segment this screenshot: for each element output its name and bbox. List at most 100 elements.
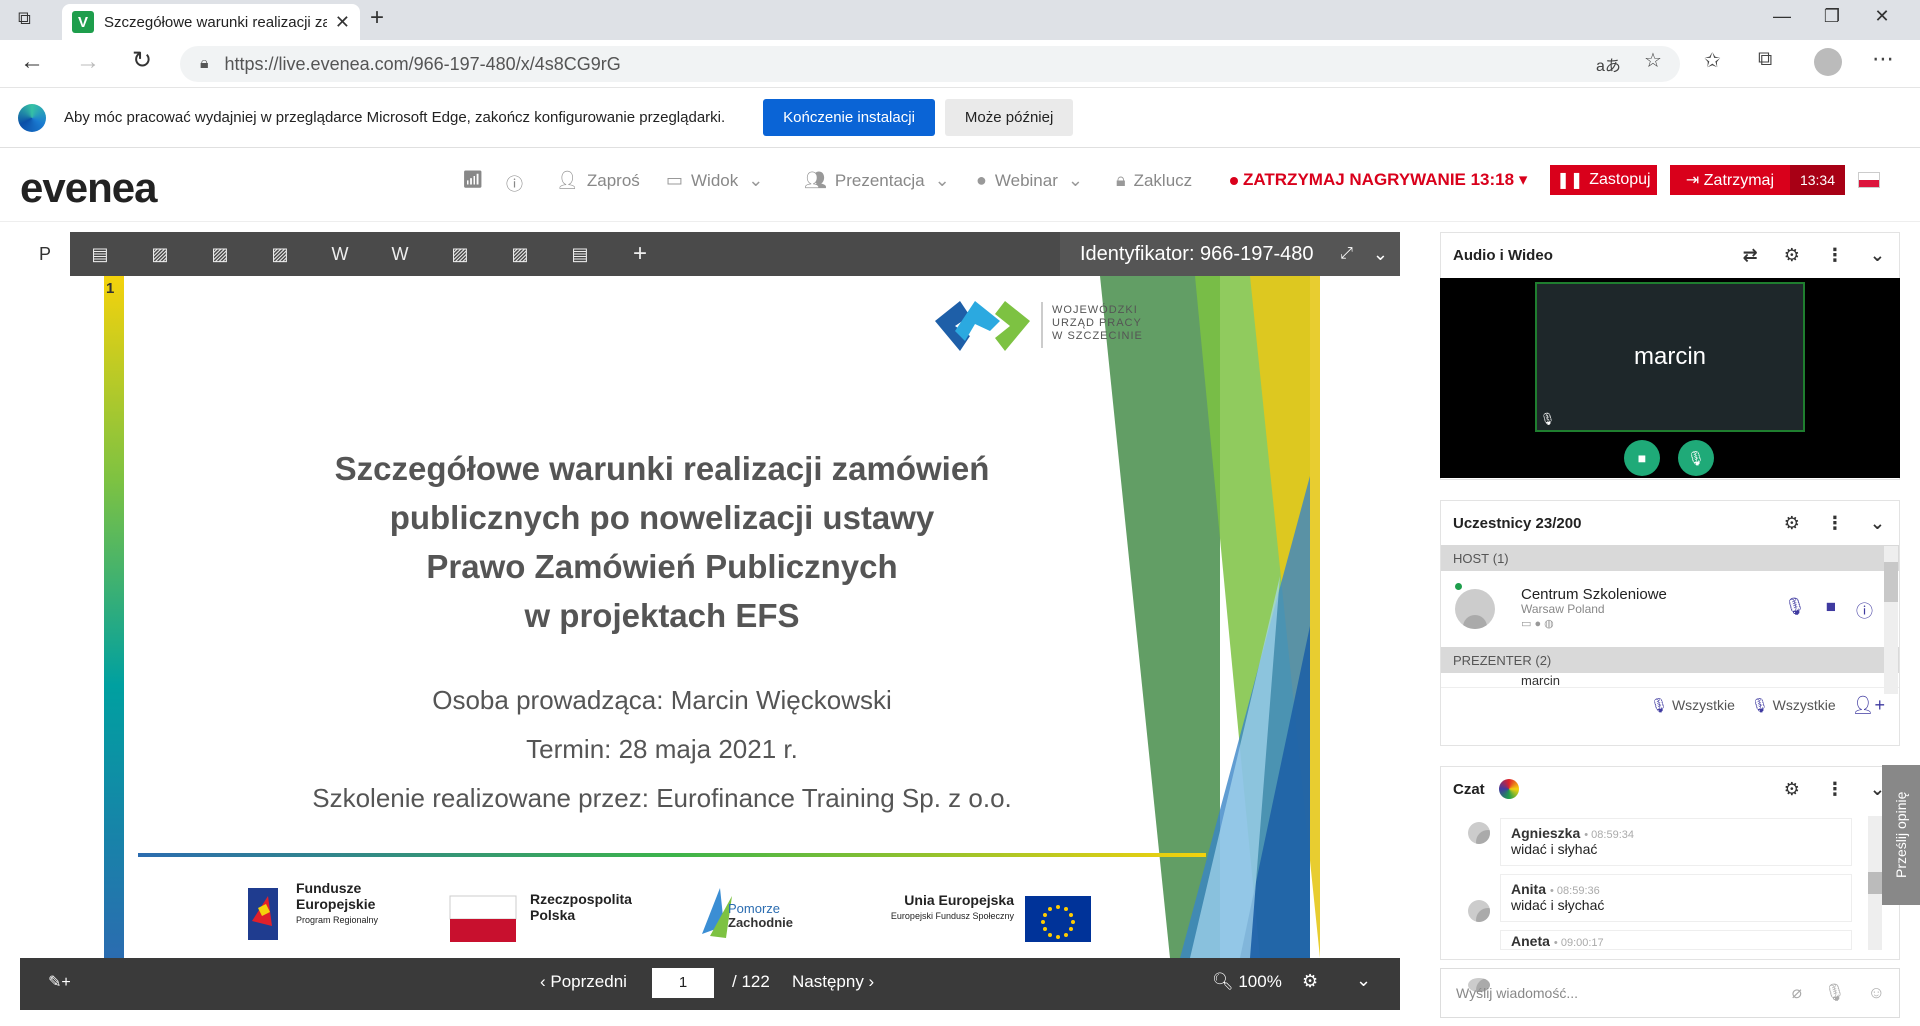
video-tile[interactable]: marcin <box>1535 282 1805 432</box>
fe-logo-text: Fundusze Europejskie Program Regionalny <box>296 880 378 928</box>
wup-logo-icon <box>995 301 1030 351</box>
fullscreen-icon[interactable]: ⤢ <box>1340 245 1353 263</box>
participant-name: marcin <box>1521 673 1561 687</box>
previous-button[interactable]: ‹ Poprzedni <box>540 972 627 992</box>
stop-button[interactable]: ⇥ Zatrzymaj 13:34 <box>1670 165 1845 195</box>
chat-time: 09:00:17 <box>1560 937 1604 949</box>
image-file-icon[interactable]: ▨ <box>490 244 550 265</box>
image-file-icon[interactable]: ▨ <box>430 244 490 265</box>
chat-input[interactable]: Wyślij wiadomość... ⌀ 🎙︎ ☺ <box>1440 968 1900 1018</box>
logo-text: evenea <box>20 164 157 211</box>
profile-icon[interactable] <box>1814 48 1842 76</box>
image-file-icon[interactable]: ▨ <box>250 244 310 265</box>
maybe-later-button[interactable]: Może później <box>944 99 1074 136</box>
wifi-icon: 📶︎ <box>462 170 484 189</box>
settings-icon[interactable]: ⚙︎ <box>1784 245 1800 266</box>
presenter-group-header: PREZENTER (2) <box>1441 647 1899 673</box>
annotate-icon[interactable]: ✎+ <box>48 972 71 992</box>
next-button[interactable]: Następny › <box>792 972 874 992</box>
favorites-icon[interactable]: ✩ <box>1704 48 1721 73</box>
finish-setup-button[interactable]: Kończenie instalacji <box>763 99 935 136</box>
refresh-icon[interactable]: ↻ <box>132 46 152 75</box>
settings-icon[interactable]: ⚙︎ <box>1784 513 1800 534</box>
minimize-icon[interactable]: — <box>1762 6 1802 27</box>
document-file-icon[interactable]: ▤ <box>550 244 610 265</box>
pause-button[interactable]: ❚❚ Zastopuj <box>1550 165 1657 195</box>
mic-small-icon: 🎙︎ <box>1540 412 1556 426</box>
edge-logo-icon <box>18 103 46 132</box>
more-icon[interactable]: ⋯ <box>1872 46 1894 72</box>
collapse-icon[interactable]: ⌄ <box>1870 245 1885 266</box>
tab-close-icon[interactable]: ✕ <box>335 12 350 33</box>
collections-icon[interactable]: ⧉ <box>1758 48 1772 71</box>
mic-icon[interactable]: 🎙︎ <box>1824 983 1846 1003</box>
pz-logo-text: Pomorze Zachodnie <box>728 902 793 930</box>
presentation-menu[interactable]: 👥︎ Prezentacja ⌄ <box>804 170 958 191</box>
add-favorite-icon[interactable]: ☆ <box>1644 48 1662 73</box>
date-line: Termin: 28 maja 2021 r. <box>526 734 798 764</box>
image-file-icon[interactable]: ▨ <box>190 244 250 265</box>
invite-menu[interactable]: 👤︎ Zaproś <box>556 170 640 191</box>
host-group-header: HOST (1) <box>1441 545 1899 571</box>
zoom-control[interactable]: 🔍︎ 100% <box>1212 972 1282 992</box>
view-menu[interactable]: ▭ Widok ⌄ <box>666 170 771 191</box>
powerpoint-file-icon[interactable]: P <box>20 232 70 276</box>
browser-tab[interactable]: V Szczegółowe warunki realizacji za ✕ <box>62 4 360 40</box>
add-file-icon[interactable]: + <box>610 240 670 268</box>
more-vertical-icon[interactable]: ⋮ <box>1826 245 1844 266</box>
participant-row[interactable]: Centrum Szkoleniowe Warsaw Poland ▭ ● ◍ … <box>1441 571 1899 647</box>
chat-author: Agnieszka <box>1511 825 1581 841</box>
info-icon[interactable]: ⓘ <box>506 170 523 195</box>
mute-all-button[interactable]: 🎙︎ Wszystkie <box>1650 697 1735 714</box>
language-flag-icon[interactable] <box>1858 172 1880 188</box>
participants-panel: Uczestnicy 23/200 ⚙︎ ⋮ ⌄ HOST (1) Centrum … <box>1440 500 1900 746</box>
translate-icon[interactable]: aあ <box>1596 52 1621 76</box>
info-icon[interactable]: ⓘ <box>1856 597 1873 622</box>
more-vertical-icon[interactable]: ⋮ <box>1826 513 1844 534</box>
smiley-icon[interactable]: ☺ <box>1868 983 1885 1003</box>
camera-icon[interactable]: ■ <box>1826 597 1836 622</box>
forward-icon[interactable]: → <box>76 48 100 76</box>
stop-recording-button[interactable]: ZATRZYMAJ NAGRYWANIE 13:18 ▾ <box>1230 170 1527 190</box>
emoji-icon[interactable] <box>1498 779 1519 799</box>
lock-menu[interactable]: 🔒︎ Zaklucz <box>1116 170 1192 191</box>
attach-icon[interactable]: ⌀ <box>1792 983 1802 1003</box>
org-line: WOJEWÓDZKI <box>1052 304 1138 316</box>
maximize-icon[interactable]: ❐ <box>1812 6 1852 27</box>
collapse-icon[interactable]: ⌄ <box>1356 970 1371 991</box>
evenea-logo: evenea <box>20 164 157 212</box>
camera-toggle-button[interactable]: ■ <box>1624 440 1660 476</box>
more-vertical-icon[interactable]: ⋮ <box>1826 779 1844 800</box>
participant-row[interactable]: marcin <box>1441 673 1899 687</box>
url-text: https://live.evenea.com/966-197-480/x/4s… <box>224 53 621 74</box>
group-count: (2) <box>1535 652 1552 668</box>
tab-actions-icon[interactable]: ⧉ <box>18 8 31 29</box>
unmute-all-button[interactable]: 🎙︎ Wszystkie <box>1751 697 1836 714</box>
wup-logo-text: WOJEWÓDZKI URZĄD PRACY W SZCZECINIE <box>1052 304 1143 343</box>
page-input[interactable]: 1 <box>652 968 714 998</box>
close-window-icon[interactable]: ✕ <box>1862 6 1902 27</box>
mic-icon[interactable]: 🎙︎ <box>1784 597 1806 622</box>
settings-icon[interactable]: ⚙︎ <box>1784 779 1800 800</box>
swap-icon[interactable]: ⇄ <box>1743 245 1758 266</box>
zoom-value: 100% <box>1238 972 1282 991</box>
word-file-icon[interactable]: W <box>310 244 370 265</box>
slide-settings-icon[interactable]: ⚙︎ <box>1302 971 1318 992</box>
slide-controls: ✎+ ‹ Poprzedni 1 / 122 Następny › 🔍︎ 100… <box>20 958 1400 1010</box>
add-participant-icon[interactable]: 👤︎+ <box>1852 695 1885 716</box>
presenter-line: Osoba prowadząca: Marcin Więckowski <box>432 685 892 715</box>
document-file-icon[interactable]: ▤ <box>70 244 130 265</box>
address-bar[interactable]: 🔒︎ https://live.evenea.com/966-197-480/x… <box>180 46 1680 82</box>
back-icon[interactable]: ← <box>20 48 44 76</box>
collapse-icon[interactable]: ⌄ <box>1870 513 1885 534</box>
chat-scrollbar[interactable] <box>1868 816 1882 950</box>
mic-toggle-button[interactable]: 🎙︎ <box>1678 440 1714 476</box>
feedback-tab[interactable]: Prześlij opinię <box>1882 765 1920 905</box>
word-file-icon[interactable]: W <box>370 244 430 265</box>
participants-scrollbar[interactable] <box>1884 546 1898 694</box>
title-line: Szczegółowe warunki realizacji zamówień <box>334 450 990 487</box>
image-file-icon[interactable]: ▨ <box>130 244 190 265</box>
webinar-menu[interactable]: ● Webinar ⌄ <box>976 170 1091 191</box>
new-tab-icon[interactable]: + <box>370 4 384 32</box>
collapse-icon[interactable]: ⌄ <box>1373 244 1388 265</box>
